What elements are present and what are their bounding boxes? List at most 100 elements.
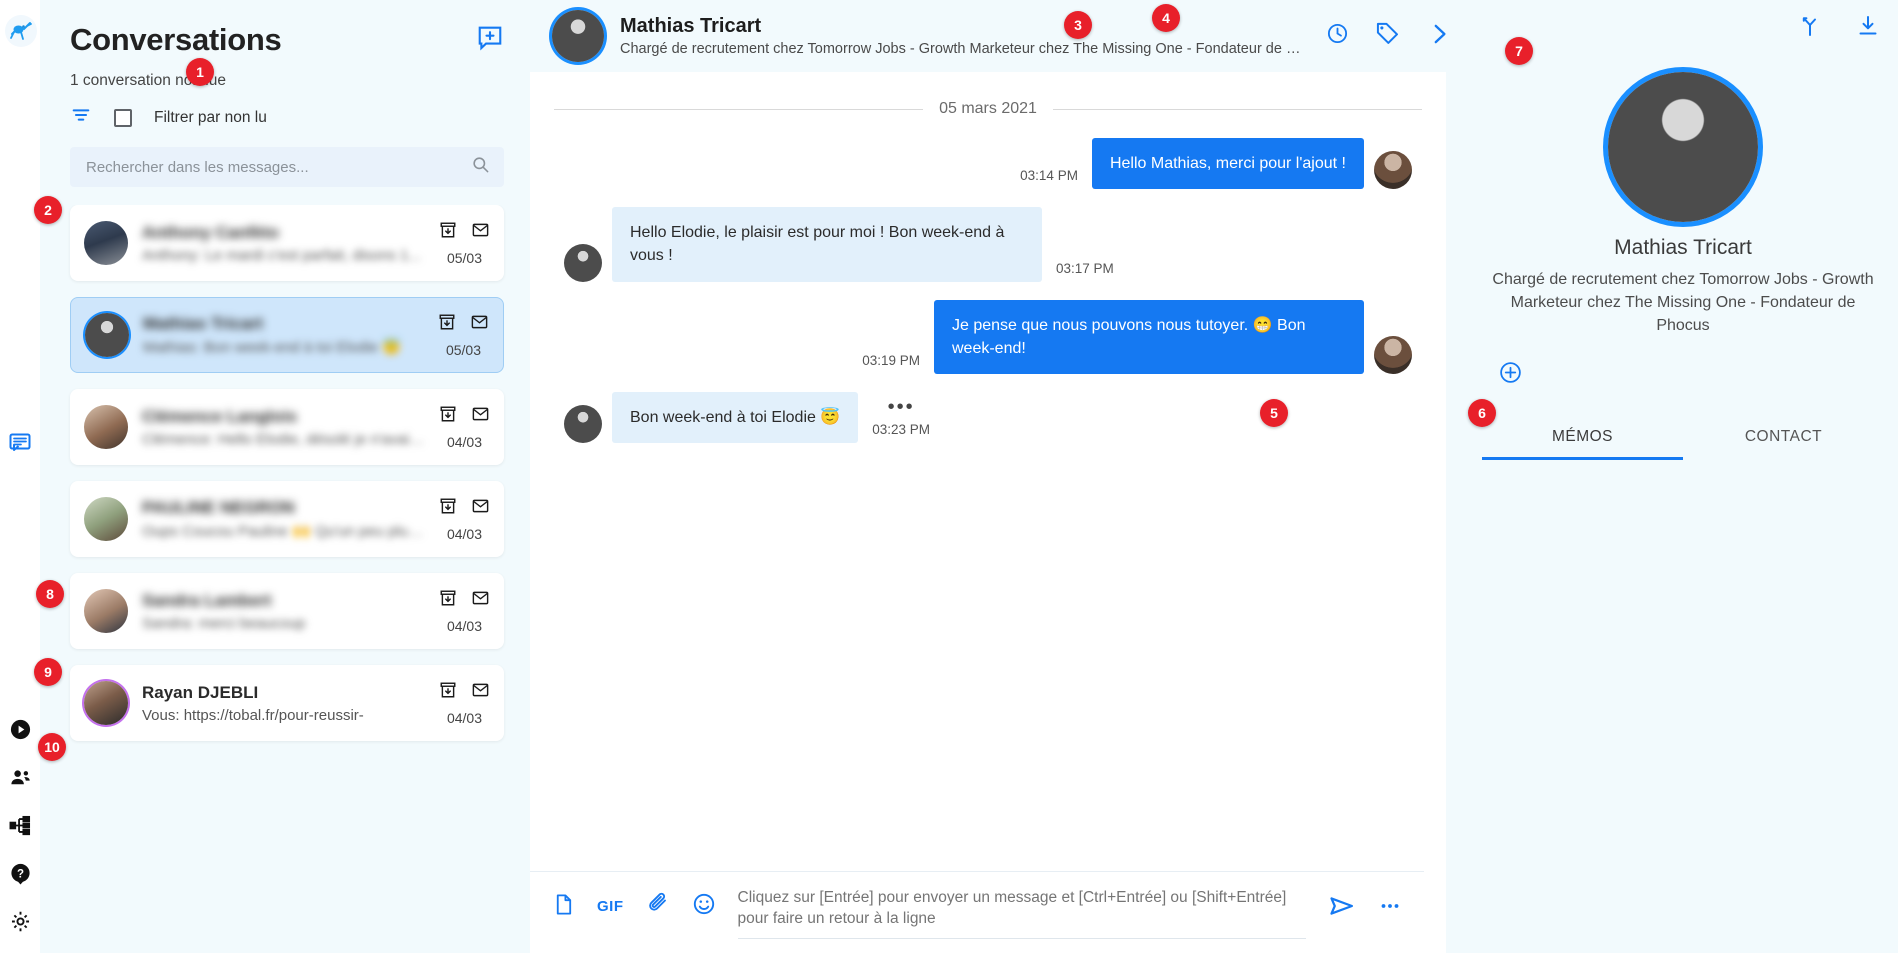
mail-icon[interactable] (471, 405, 490, 428)
filter-row: Filtrer par non lu (70, 104, 504, 131)
sidebar-item-help[interactable]: ? (0, 849, 40, 897)
contact-avatar[interactable] (552, 10, 604, 62)
chat-icon (8, 431, 32, 460)
filter-icon[interactable] (70, 104, 92, 131)
app-logo-icon[interactable] (4, 14, 38, 48)
archive-icon[interactable] (439, 589, 457, 612)
tag-icon[interactable] (1375, 21, 1400, 51)
archive-icon[interactable] (438, 313, 456, 336)
mail-icon[interactable] (471, 589, 490, 612)
download-icon[interactable] (1856, 14, 1880, 43)
add-to-contacts-button[interactable] (1498, 360, 1523, 390)
conversation-date: 04/03 (446, 617, 483, 634)
conversation-snippet: Clémence: Hello Elodie, désolé je n'avai… (142, 430, 425, 448)
archive-icon[interactable] (439, 405, 457, 428)
conversation-actions (439, 405, 490, 428)
message-bubble: Hello Elodie, le plaisir est pour moi ! … (612, 207, 1042, 282)
send-icon[interactable] (1328, 892, 1356, 925)
attachment-icon[interactable] (646, 892, 670, 921)
search-icon[interactable] (471, 155, 490, 179)
people-icon (9, 766, 32, 789)
conversation-name: Sandra Lambert (142, 590, 272, 610)
conversation-texts: PAULINE NEGRON Oups Coucou Pauline 🙌 Qu'u… (142, 498, 425, 540)
message-avatar (564, 243, 602, 282)
plus-circle-icon (1498, 361, 1523, 389)
archive-icon[interactable] (439, 497, 457, 520)
conversation-item[interactable]: Anthony Canfèto Anthony: Le mardi c'est p… (70, 205, 504, 281)
date-separator: 05 mars 2021 (554, 100, 1422, 118)
document-icon[interactable] (552, 893, 575, 921)
conversation-item[interactable]: Clémence Langlois Clémence: Hello Elodie,… (70, 389, 504, 465)
annotation-badge-6: 6 (1468, 399, 1496, 427)
chevron-right-icon[interactable] (1426, 21, 1452, 52)
contact-profile-panel: Mathias Tricart Chargé de recrutement ch… (1468, 0, 1898, 953)
sidebar-item-play[interactable] (0, 705, 40, 753)
avatar (84, 221, 128, 265)
conversations-panel: Conversations 1 conversation non lue Fil… (40, 0, 530, 953)
message-thread-panel: Mathias Tricart Chargé de recrutement ch… (530, 0, 1468, 953)
conversation-meta: 04/03 (439, 589, 490, 634)
filter-unread-checkbox[interactable] (114, 108, 132, 127)
sidebar-item-people[interactable] (0, 753, 40, 801)
conversation-meta: 04/03 (439, 497, 490, 542)
message-actions: ••• 03:23 PM (858, 397, 944, 443)
separator-line-right (1052, 108, 1422, 110)
more-icon[interactable]: ••• (888, 397, 915, 417)
messages-scroll[interactable]: 05 mars 2021 03:14 PM Hello Mathias, merci… (530, 72, 1446, 872)
conversation-meta: 05/03 (439, 221, 490, 266)
mail-icon[interactable] (470, 313, 489, 336)
message-input[interactable] (737, 888, 1306, 939)
merge-icon[interactable] (1798, 14, 1822, 43)
sitemap-icon (9, 814, 32, 837)
conversation-snippet: Oups Coucou Pauline 🙌 Qu'un peu plus tu … (142, 523, 425, 540)
conversation-actions (438, 313, 489, 336)
sidebar-item-settings[interactable] (0, 897, 40, 945)
new-conversation-button[interactable] (476, 24, 504, 57)
avatar (84, 497, 128, 541)
conversation-item[interactable]: Mathias Tricart Mathias: Bon week-end à t… (70, 297, 504, 373)
gif-icon[interactable]: GIF (597, 898, 624, 915)
left-icon-rail: ? (0, 0, 40, 953)
annotation-badge-8: 8 (36, 580, 64, 608)
play-circle-icon (9, 718, 32, 741)
profile-avatar[interactable] (1608, 72, 1758, 222)
conversation-name: Anthony Canfèto (142, 222, 279, 242)
message-timestamp: 03:14 PM (1020, 168, 1078, 184)
search-input[interactable] (84, 157, 471, 177)
message-bubble: Hello Mathias, merci pour l'ajout ! (1091, 138, 1364, 190)
emoji-icon[interactable] (692, 892, 716, 921)
annotation-badge-2: 2 (34, 196, 62, 224)
archive-icon[interactable] (439, 681, 457, 704)
page-title: Conversations (70, 22, 282, 57)
tab-memos[interactable]: MÉMOS (1482, 428, 1683, 460)
mail-icon[interactable] (471, 497, 490, 520)
conversation-item[interactable]: Rayan DJEBLI Vous: https://tobal.fr/pour-… (70, 665, 504, 741)
unread-count: 1 conversation non lue (70, 72, 504, 90)
conversation-actions (439, 681, 490, 704)
annotation-badge-1: 1 (186, 58, 214, 86)
sidebar-item-sitemap[interactable] (0, 801, 40, 849)
conversation-actions (439, 497, 490, 520)
conversation-item[interactable]: Sandra Lambert Sandra: merci beaucoup 04/0… (70, 573, 504, 649)
composer-actions (1328, 888, 1402, 925)
profile-name: Mathias Tricart (1614, 236, 1752, 259)
clock-icon[interactable] (1326, 22, 1349, 50)
archive-icon[interactable] (439, 221, 457, 244)
new-message-icon (476, 26, 504, 56)
search-box[interactable] (70, 147, 504, 187)
annotation-badge-3: 3 (1064, 11, 1092, 39)
conversation-item[interactable]: PAULINE NEGRON Oups Coucou Pauline 🙌 Qu'u… (70, 481, 504, 557)
conversation-actions (439, 589, 490, 612)
filter-unread-label: Filtrer par non lu (154, 108, 267, 126)
message-avatar (1374, 335, 1412, 374)
mail-icon[interactable] (471, 681, 490, 704)
conversation-date: 04/03 (446, 525, 483, 542)
sidebar-item-chat[interactable] (0, 425, 40, 465)
more-options-icon[interactable] (1378, 894, 1402, 923)
tab-contact[interactable]: CONTACT (1683, 428, 1884, 460)
mail-icon[interactable] (471, 221, 490, 244)
profile-role: Chargé de recrutement chez Tomorrow Jobs… (1492, 271, 1874, 335)
conversation-list[interactable]: Anthony Canfèto Anthony: Le mardi c'est p… (40, 205, 530, 953)
thread-header-icons (1326, 21, 1452, 52)
sidebar-bottom-group: ? (0, 705, 40, 953)
